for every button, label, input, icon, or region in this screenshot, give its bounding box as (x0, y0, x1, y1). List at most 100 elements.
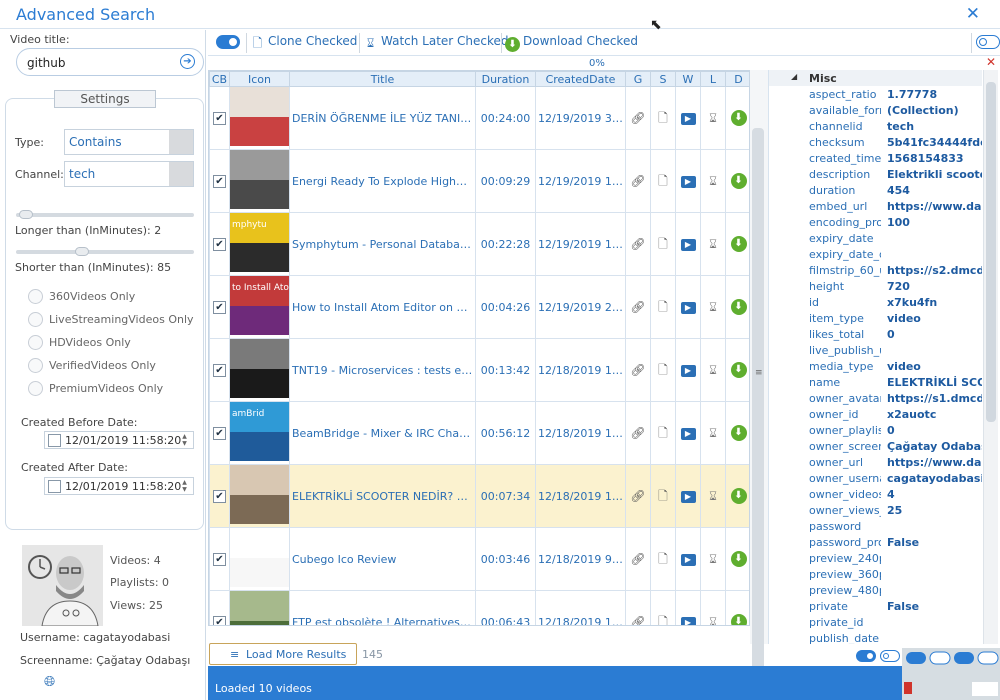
play-video-icon[interactable]: ▶ (680, 239, 696, 251)
hourglass-icon[interactable]: ⌛︎ (705, 299, 721, 315)
g-cell[interactable]: 🔗︎ (625, 149, 651, 213)
link-icon[interactable]: 🔗︎ (630, 236, 646, 252)
col-header-g[interactable]: G (625, 71, 651, 87)
thumbnail-cell[interactable]: to Install Atom (229, 275, 290, 339)
col-header-created-date[interactable]: CreatedDate (535, 71, 626, 87)
s-cell[interactable]: 🗋 (650, 149, 676, 213)
w-cell[interactable]: ▶ (675, 149, 701, 213)
d-cell[interactable]: ⬇ (725, 527, 749, 591)
link-icon[interactable]: 🔗︎ (630, 362, 646, 378)
property-row[interactable]: height 720 (793, 279, 982, 295)
property-row[interactable]: duration 454 (793, 183, 982, 199)
document-add-icon[interactable]: 🗋 (655, 488, 671, 504)
play-video-icon[interactable]: ▶ (680, 554, 696, 566)
g-cell[interactable]: 🔗︎ (625, 338, 651, 402)
property-value[interactable]: https://s1.dmcdn (887, 392, 982, 405)
col-header-d[interactable]: D (725, 71, 749, 87)
property-value[interactable]: video (887, 360, 982, 373)
longer-than-slider[interactable] (16, 210, 194, 219)
property-value[interactable]: 0 (887, 328, 982, 341)
property-row[interactable]: owner_playlists 0 (793, 423, 982, 439)
play-video-icon[interactable]: ▶ (680, 176, 696, 188)
property-row[interactable]: channelid tech (793, 119, 982, 135)
download-icon[interactable]: ⬇ (730, 236, 747, 252)
hourglass-icon[interactable]: ⌛︎ (705, 551, 721, 567)
w-cell[interactable]: ▶ (675, 527, 701, 591)
property-value[interactable]: (Collection) (887, 104, 982, 117)
property-row[interactable]: owner_avatar_url https://s1.dmcdn (793, 391, 982, 407)
property-row[interactable]: password_protected False (793, 535, 982, 551)
g-cell[interactable]: 🔗︎ (625, 464, 651, 528)
property-value[interactable]: 720 (887, 280, 982, 293)
property-row[interactable]: owner_videos_total 4 (793, 487, 982, 503)
property-row[interactable]: preview_360p_url (793, 567, 982, 583)
row-checkbox-cell[interactable]: ✔ (209, 275, 230, 339)
play-video-icon[interactable]: ▶ (680, 302, 696, 314)
play-video-icon[interactable]: ▶ (680, 113, 696, 125)
l-cell[interactable]: ⌛︎ (700, 527, 726, 591)
l-cell[interactable]: ⌛︎ (700, 464, 726, 528)
s-cell[interactable]: 🗋 (650, 401, 676, 465)
property-row[interactable]: aspect_ratio 1.77778 (793, 87, 982, 103)
thumbnail-cell[interactable]: amBrid (229, 401, 290, 465)
title-cell[interactable]: Cubego Ico Review (289, 527, 476, 591)
w-cell[interactable]: ▶ (675, 464, 701, 528)
video-title-input[interactable]: github ➔ (16, 48, 204, 76)
chevron-down-icon[interactable] (169, 162, 193, 186)
property-value[interactable]: 4 (887, 488, 982, 501)
row-checkbox-cell[interactable]: ✔ (209, 338, 230, 402)
grid-scrollbar[interactable]: ≡ (750, 70, 768, 683)
scrollbar-thumb[interactable] (986, 82, 996, 422)
s-cell[interactable]: 🗋 (650, 338, 676, 402)
document-add-icon[interactable]: 🗋 (655, 362, 671, 378)
property-row[interactable]: private False (793, 599, 982, 615)
slider-thumb[interactable] (75, 247, 90, 256)
property-row[interactable]: preview_480p_url (793, 583, 982, 599)
link-icon[interactable]: 🔗︎ (630, 110, 646, 126)
thumbnail-cell[interactable] (229, 338, 290, 402)
row-checkbox[interactable]: ✔ (213, 490, 226, 503)
g-cell[interactable]: 🔗︎ (625, 212, 651, 276)
property-value[interactable]: ELEKTRİKLİ SCOO (887, 376, 982, 389)
property-row[interactable]: expiry_date (793, 231, 982, 247)
hourglass-icon[interactable]: ⌛︎ (705, 614, 721, 625)
row-checkbox[interactable]: ✔ (213, 238, 226, 251)
l-cell[interactable]: ⌛︎ (700, 275, 726, 339)
d-cell[interactable]: ⬇ (725, 464, 749, 528)
l-cell[interactable]: ⌛︎ (700, 590, 726, 625)
property-section-misc[interactable]: ◢ Misc (769, 70, 982, 86)
property-value[interactable]: Elektrikli scooter (887, 168, 982, 181)
property-value[interactable]: 25 (887, 504, 982, 517)
document-add-icon[interactable]: 🗋 (655, 236, 671, 252)
check-all-toggle[interactable] (216, 35, 240, 49)
w-cell[interactable]: ▶ (675, 338, 701, 402)
panel-toggle[interactable] (976, 35, 1000, 49)
view-toggle[interactable] (880, 650, 900, 662)
type-select[interactable]: Contains (64, 129, 194, 155)
play-video-icon[interactable]: ▶ (680, 491, 696, 503)
col-header-s[interactable]: S (650, 71, 676, 87)
d-cell[interactable]: ⬇ (725, 401, 749, 465)
s-cell[interactable]: 🗋 (650, 464, 676, 528)
s-cell[interactable]: 🗋 (650, 275, 676, 339)
link-icon[interactable]: 🔗︎ (630, 614, 646, 625)
radio-dot[interactable] (28, 381, 43, 396)
property-row[interactable]: owner_username cagatayodabasi (793, 471, 982, 487)
table-row[interactable]: ✔ mphytu Symphytum - Personal Database S..… (209, 212, 749, 276)
document-add-icon[interactable]: 🗋 (655, 551, 671, 567)
property-value[interactable]: 1.77778 (887, 88, 982, 101)
d-cell[interactable]: ⬇ (725, 590, 749, 625)
hourglass-icon[interactable]: ⌛︎ (705, 362, 721, 378)
hourglass-icon[interactable]: ⌛︎ (705, 488, 721, 504)
thumbnail-cell[interactable] (229, 464, 290, 528)
property-row[interactable]: owner_url https://www.dail (793, 455, 982, 471)
property-row[interactable]: id x7ku4fn (793, 295, 982, 311)
created-before-checkbox[interactable] (48, 434, 61, 447)
property-value[interactable]: https://www.dail (887, 456, 982, 469)
w-cell[interactable]: ▶ (675, 590, 701, 625)
table-row[interactable]: ✔ Cubego Ico Review 00:03:46 12/18/2019 9:.… (209, 527, 749, 591)
hourglass-icon[interactable]: ⌛︎ (705, 236, 721, 252)
w-cell[interactable]: ▶ (675, 275, 701, 339)
row-checkbox[interactable]: ✔ (213, 112, 226, 125)
radio-dot[interactable] (28, 312, 43, 327)
